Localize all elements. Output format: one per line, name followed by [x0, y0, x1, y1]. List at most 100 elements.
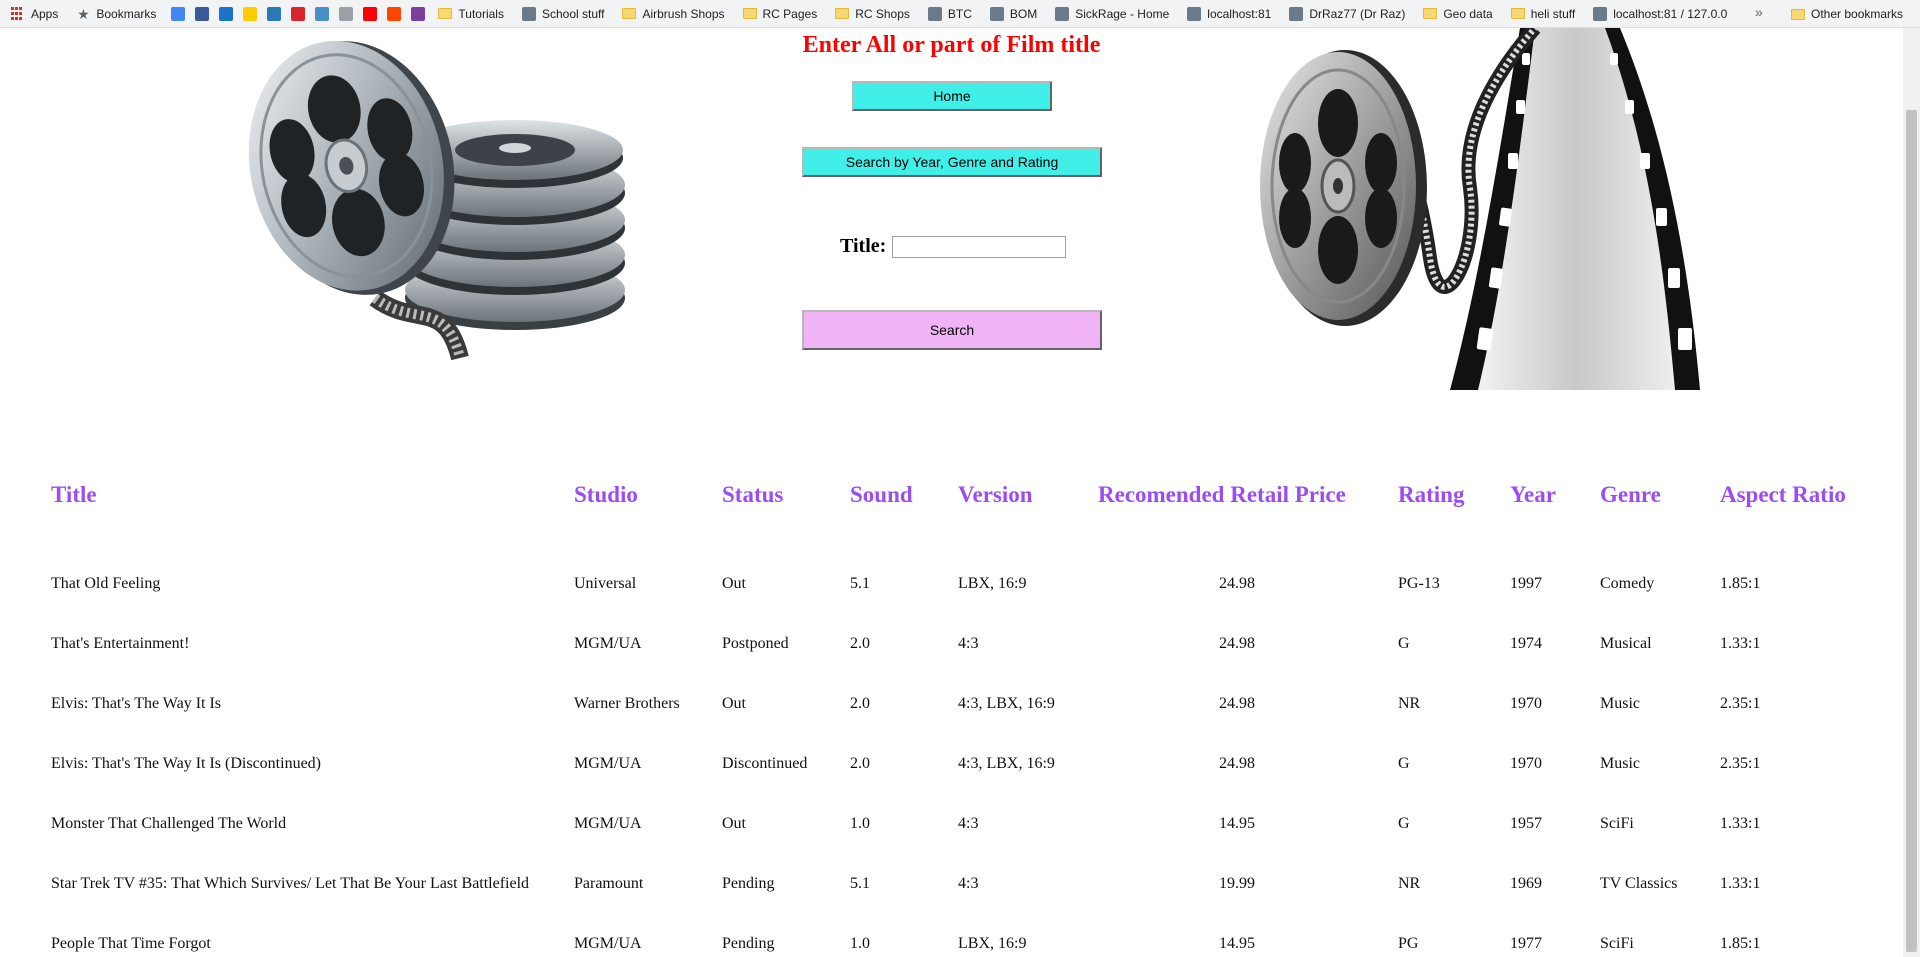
bookmark-item[interactable]: Apps — [8, 3, 61, 25]
table-cell: MGM/UA — [574, 635, 642, 652]
bookmark-item[interactable]: RC Pages — [740, 3, 821, 25]
bookmark-label: localhost:81 / 127.0.0 — [1613, 6, 1728, 21]
table-cell: 5.1 — [850, 575, 870, 592]
folder-icon — [438, 8, 453, 19]
table-cell: MGM/UA — [574, 935, 642, 952]
bookmark-item[interactable]: Airbrush Shops — [619, 3, 727, 25]
table-cell: Pending — [722, 875, 775, 892]
title-label: Title: — [840, 235, 887, 257]
table-cell: 5.1 — [850, 875, 870, 892]
table-cell: 24.98 — [1219, 755, 1255, 772]
table-cell: 2.35:1 — [1720, 695, 1761, 712]
column-header: Title — [51, 482, 97, 507]
table-cell: 1.85:1 — [1720, 935, 1761, 952]
bookmark-item[interactable] — [411, 3, 435, 25]
bookmark-item[interactable] — [291, 3, 315, 25]
table-cell: 2.0 — [850, 635, 870, 652]
page-scrollbar[interactable] — [1903, 28, 1920, 957]
table-cell: Out — [722, 695, 746, 712]
bookmark-label: RC Pages — [762, 6, 818, 21]
folder-icon — [1791, 8, 1805, 20]
table-cell: LBX, 16:9 — [958, 935, 1027, 952]
table-cell: Discontinued — [722, 755, 808, 772]
bookmark-label: heli stuff — [1530, 6, 1576, 21]
table-cell: Comedy — [1600, 575, 1655, 592]
table-cell: 4:3 — [958, 815, 979, 832]
table-cell: 1997 — [1510, 575, 1542, 592]
page-heading: Enter All or part of Film title — [802, 32, 1101, 58]
table-cell: SciFi — [1600, 815, 1634, 832]
school-icon — [521, 6, 536, 21]
column-header: Recomended Retail Price — [1098, 482, 1346, 507]
btc-icon — [927, 6, 942, 21]
table-cell: 24.98 — [1219, 695, 1255, 712]
bookmark-item[interactable] — [339, 3, 363, 25]
bookmark-label: Apps — [31, 6, 59, 21]
bookmark-label: Tutorials — [458, 6, 504, 21]
bookmark-item[interactable] — [171, 3, 195, 25]
bookmark-item[interactable]: BOM — [987, 3, 1040, 25]
table-cell: SciFi — [1600, 935, 1634, 952]
other-bookmarks-label: Other bookmarks — [1811, 7, 1904, 21]
bookmark-item[interactable]: School stuff — [519, 3, 607, 25]
table-body: That Old Feeling Universal Out 5.1 LBX, 16:9… — [40, 554, 1857, 957]
table-cell: 2.0 — [850, 695, 870, 712]
table-cell: 1974 — [1510, 635, 1542, 652]
bookmark-item[interactable]: Tutorials — [435, 3, 507, 25]
table-cell: NR — [1398, 875, 1421, 892]
bank-statement-icon — [267, 6, 282, 21]
table-cell: 1970 — [1510, 695, 1542, 712]
phpmyadmin-icon — [1593, 6, 1608, 21]
table-row: Monster That Challenged The World MGM/UA O… — [40, 794, 1857, 854]
table-cell: Universal — [574, 575, 637, 592]
film-reels-stack-image — [248, 40, 625, 361]
scrollbar-thumb[interactable] — [1906, 110, 1917, 952]
film-results-table: Title Studio Status Sound Version Recomended … — [40, 470, 1857, 957]
table-cell: 19.99 — [1219, 875, 1255, 892]
bookmark-item[interactable] — [243, 3, 267, 25]
bookmark-item[interactable]: SickRage - Home — [1052, 3, 1172, 25]
bookmark-item[interactable]: localhost:81 / 127.0.0 — [1590, 3, 1730, 25]
star-icon: ★ — [77, 5, 90, 22]
table-cell: 1.85:1 — [1720, 575, 1761, 592]
table-cell: 14.95 — [1219, 815, 1255, 832]
bookmark-item[interactable] — [363, 3, 387, 25]
red-shield-icon — [291, 6, 306, 21]
table-cell: Pending — [722, 935, 775, 952]
table-cell: Elvis: That's The Way It Is — [51, 695, 222, 712]
table-header-row: Title Studio Status Sound Version Recomended … — [40, 470, 1857, 520]
folder-icon — [1423, 8, 1438, 19]
bookmark-item[interactable] — [267, 3, 291, 25]
home-button[interactable]: Home — [852, 81, 1052, 111]
bookmark-item[interactable] — [219, 3, 243, 25]
bookmark-item[interactable]: Geo data — [1420, 3, 1495, 25]
column-header: Rating — [1398, 482, 1465, 507]
bookmark-item[interactable]: BTC — [925, 3, 975, 25]
bookmark-item[interactable]: DrRaz77 (Dr Raz) — [1286, 3, 1408, 25]
other-bookmarks-folder[interactable]: Other bookmarks — [1788, 3, 1906, 25]
table-cell: That Old Feeling — [51, 575, 161, 592]
bookmark-item[interactable] — [315, 3, 339, 25]
bookmark-item[interactable]: localhost:81 — [1184, 3, 1274, 25]
search-button[interactable]: Search — [802, 310, 1102, 350]
title-search-row: Title: — [840, 235, 1067, 258]
bookmark-label: Geo data — [1443, 6, 1493, 21]
more-bookmarks-chevron-icon[interactable]: » — [1755, 4, 1763, 20]
youtube-icon — [363, 6, 378, 21]
table-cell: Warner Brothers — [574, 695, 680, 712]
bookmark-item[interactable] — [195, 3, 219, 25]
bookmark-item[interactable]: RC Shops — [832, 3, 913, 25]
title-input[interactable] — [892, 235, 1067, 258]
localhost-icon — [1187, 6, 1202, 21]
table-cell: 1970 — [1510, 755, 1542, 772]
column-header: Genre — [1600, 482, 1661, 507]
search-by-year-genre-rating-button[interactable]: Search by Year, Genre and Rating — [802, 147, 1102, 177]
table-cell: MGM/UA — [574, 815, 642, 832]
commbank-icon — [243, 6, 258, 21]
bookmark-item[interactable]: ★ Bookmarks — [73, 3, 159, 25]
bookmark-item[interactable] — [387, 3, 411, 25]
table-cell: 14.95 — [1219, 935, 1255, 952]
bookmark-item[interactable]: heli stuff — [1508, 3, 1578, 25]
table-row: People That Time Forgot MGM/UA Pending 1.0 L… — [40, 914, 1857, 957]
table-cell: G — [1398, 755, 1410, 772]
